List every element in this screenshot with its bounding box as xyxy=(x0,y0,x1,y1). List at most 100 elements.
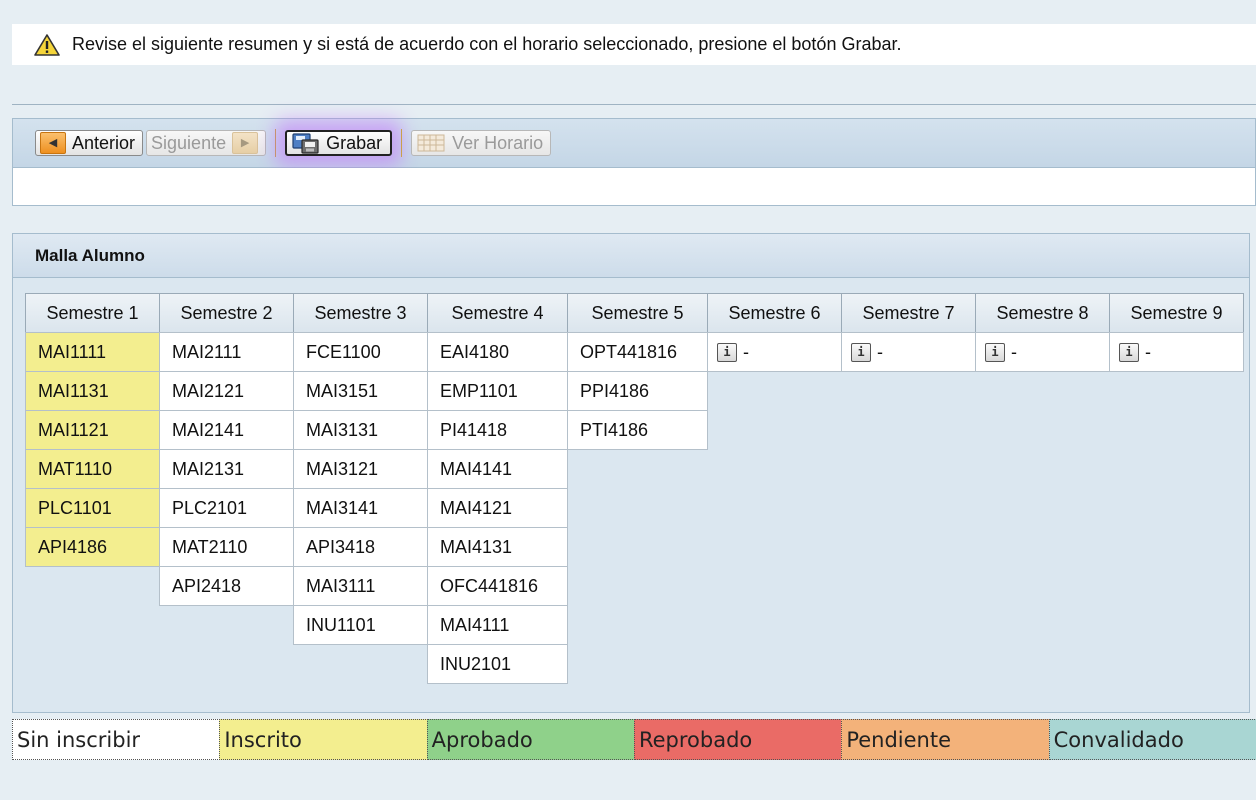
ver-horario-label: Ver Horario xyxy=(452,132,544,153)
toolbar-separator xyxy=(401,129,403,157)
legend-item: Reprobado xyxy=(633,719,843,760)
semester-header: Semestre 3 xyxy=(293,293,428,333)
semester-column: Semestre 6i- xyxy=(707,293,842,372)
course-cell: EMP1101 xyxy=(427,371,568,411)
info-icon[interactable]: i xyxy=(717,342,737,362)
toolbar: ◀ Anterior Siguiente ▶ Grabar Ver Horari… xyxy=(12,118,1256,168)
semester-info-cell[interactable]: i- xyxy=(1109,332,1244,372)
message-text: Revise el siguiente resumen y si está de… xyxy=(72,34,902,54)
course-code: MAI4141 xyxy=(440,458,513,479)
course-cell: API2418 xyxy=(159,566,294,606)
semester-header: Semestre 6 xyxy=(707,293,842,333)
course-code: MAI3131 xyxy=(306,419,379,440)
info-icon[interactable]: i xyxy=(1119,342,1139,362)
course-cell: OPT441816 xyxy=(567,332,708,372)
panel-title: Malla Alumno xyxy=(13,234,1249,278)
course-cell: MAI1121 xyxy=(25,410,160,450)
malla-panel: Malla Alumno Semestre 1 MAI1111 MAI1131 MAI… xyxy=(12,233,1250,713)
course-code: PTI4186 xyxy=(580,419,649,440)
course-code: MAI3111 xyxy=(306,575,376,596)
course-cell: MAI3141 xyxy=(293,488,428,528)
course-cell: MAI3151 xyxy=(293,371,428,411)
course-code: MAI2131 xyxy=(172,458,245,479)
legend-item: Aprobado xyxy=(426,719,635,760)
course-cell: PLC1101 xyxy=(25,488,160,528)
course-code: PLC1101 xyxy=(38,497,112,518)
legend-item: Pendiente xyxy=(841,719,1050,760)
semester-header: Semestre 1 xyxy=(25,293,160,333)
course-cell: MAI4141 xyxy=(427,449,568,489)
course-cell: MAT2110 xyxy=(159,527,294,567)
course-code: API3418 xyxy=(306,536,376,557)
course-cell: API4186 xyxy=(25,527,160,567)
course-cell: PTI4186 xyxy=(567,410,708,450)
course-code: MAI3141 xyxy=(306,497,379,518)
course-code: MAI3121 xyxy=(306,458,379,479)
semester-info-cell[interactable]: i- xyxy=(841,332,976,372)
semester-header: Semestre 2 xyxy=(159,293,294,333)
course-cell: MAI4111 xyxy=(427,605,568,645)
course-code: OPT441816 xyxy=(580,341,678,362)
course-cell: MAI3111 xyxy=(293,566,428,606)
siguiente-button[interactable]: Siguiente ▶ xyxy=(146,130,267,156)
course-code: EMP1101 xyxy=(440,380,518,401)
ver-horario-button[interactable]: Ver Horario xyxy=(411,130,552,156)
course-cell: API3418 xyxy=(293,527,428,567)
course-code: PI41418 xyxy=(440,419,508,440)
info-icon[interactable]: i xyxy=(851,342,871,362)
course-cell: INU2101 xyxy=(427,644,568,684)
grabar-button[interactable]: Grabar xyxy=(285,130,393,156)
course-code: FCE1100 xyxy=(306,341,381,362)
info-icon[interactable]: i xyxy=(985,342,1005,362)
course-code: EAI4180 xyxy=(440,341,510,362)
course-code: MAI4131 xyxy=(440,536,513,557)
semester-column: Semestre 1 MAI1111 MAI1131 MAI1121 MAT1110 PL… xyxy=(25,293,160,567)
course-cell: PI41418 xyxy=(427,410,568,450)
course-code: INU1101 xyxy=(306,614,376,635)
course-cell: OFC441816 xyxy=(427,566,568,606)
course-code: MAI2141 xyxy=(172,419,245,440)
toolbar-separator xyxy=(275,129,277,157)
legend-item: Convalidado xyxy=(1048,719,1256,760)
course-cell: MAI4121 xyxy=(427,488,568,528)
siguiente-label: Siguiente xyxy=(151,132,227,153)
course-cell: MAI2111 xyxy=(159,332,294,372)
course-code: MAI1111 xyxy=(38,341,107,362)
course-code: PLC2101 xyxy=(172,497,248,518)
grabar-label: Grabar xyxy=(326,132,383,153)
course-cell: PLC2101 xyxy=(159,488,294,528)
course-code: - xyxy=(877,341,883,362)
course-cell: MAI1111 xyxy=(25,332,160,372)
course-code: - xyxy=(1011,341,1017,362)
course-code: API2418 xyxy=(172,575,242,596)
course-code: - xyxy=(743,341,749,362)
course-code: PPI4186 xyxy=(580,380,650,401)
course-cell: MAI2131 xyxy=(159,449,294,489)
course-code: MAI4111 xyxy=(440,614,510,635)
semester-info-cell[interactable]: i- xyxy=(707,332,842,372)
course-cell: MAI2141 xyxy=(159,410,294,450)
semester-column: Semestre 5 OPT441816 PPI4186 PTI4186 xyxy=(567,293,708,450)
course-cell: MAI3131 xyxy=(293,410,428,450)
course-cell: FCE1100 xyxy=(293,332,428,372)
course-cell: MAI3121 xyxy=(293,449,428,489)
legend-item: Inscrito xyxy=(219,719,428,760)
semester-info-cell[interactable]: i- xyxy=(975,332,1110,372)
anterior-label: Anterior xyxy=(72,132,136,153)
message-bar: Revise el siguiente resumen y si está de… xyxy=(12,24,1256,65)
anterior-button[interactable]: ◀ Anterior xyxy=(35,130,144,156)
semester-header: Semestre 5 xyxy=(567,293,708,333)
save-icon xyxy=(292,133,319,154)
arrow-right-icon: ▶ xyxy=(232,132,259,154)
course-cell: PPI4186 xyxy=(567,371,708,411)
toolbar-subbar xyxy=(12,168,1256,206)
semester-column: Semestre 9i- xyxy=(1109,293,1244,372)
course-cell: MAI4131 xyxy=(427,527,568,567)
status-legend: Sin inscribir Inscrito Aprobado Reprobado Pe… xyxy=(12,719,1256,760)
semester-column: Semestre 8i- xyxy=(975,293,1110,372)
course-cell: EAI4180 xyxy=(427,332,568,372)
semester-header: Semestre 7 xyxy=(841,293,976,333)
calendar-icon xyxy=(417,134,445,152)
course-code: OFC441816 xyxy=(440,575,539,596)
course-cell: MAT1110 xyxy=(25,449,160,489)
